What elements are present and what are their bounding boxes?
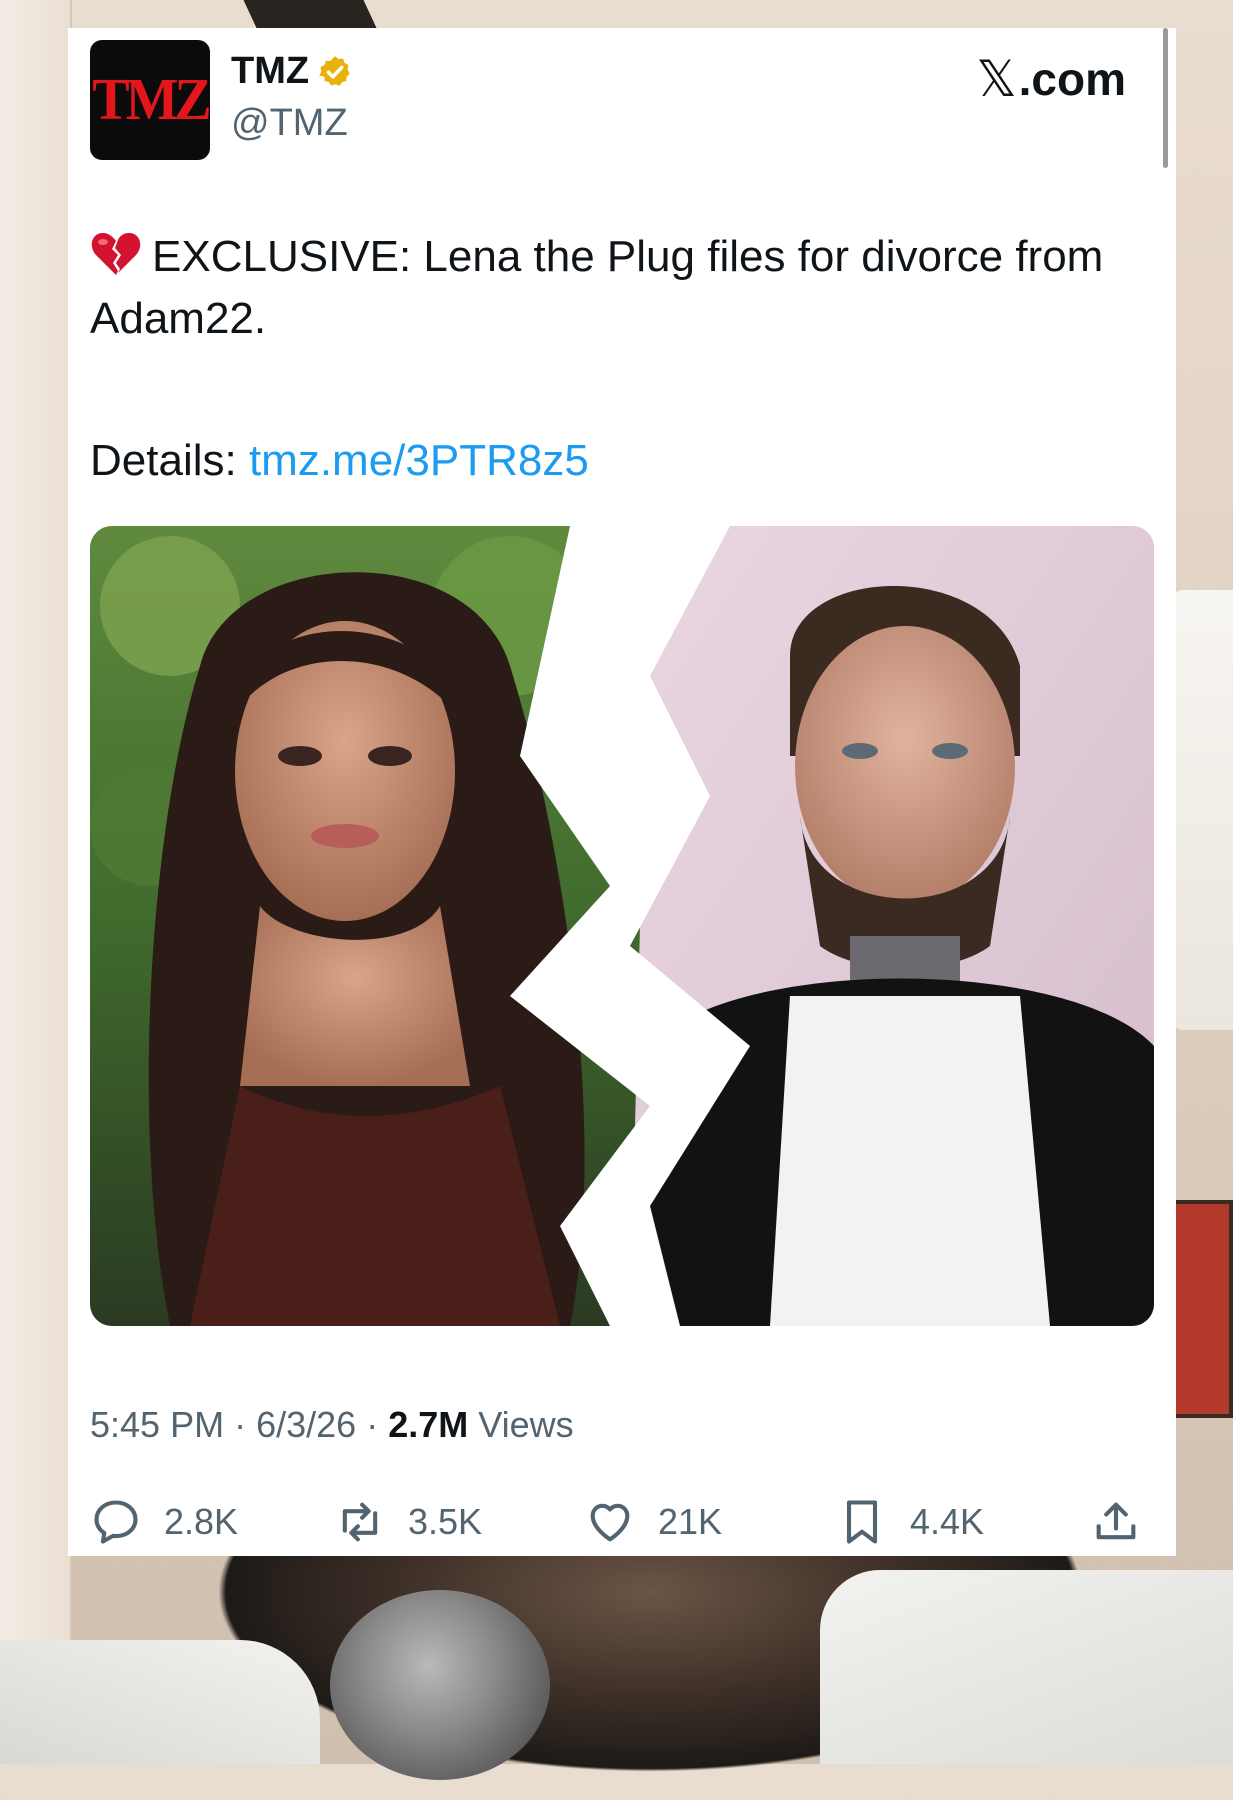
bookmark-button[interactable]: 4.4K	[836, 1496, 984, 1548]
post-card[interactable]: TMZ TMZ @TMZ 𝕏 .com EXCLUSIVE: Lena the P…	[68, 28, 1176, 1556]
broken-heart-icon	[91, 233, 141, 275]
views-count: 2.7M	[388, 1404, 469, 1445]
like-button[interactable]: 21K	[584, 1496, 722, 1548]
post-text: EXCLUSIVE: Lena the Plug files for divor…	[90, 226, 1130, 350]
meta-separator: ·	[234, 1404, 247, 1445]
post-text-line: EXCLUSIVE: Lena the Plug files for divor…	[90, 232, 1104, 343]
tmz-logo: TMZ	[92, 67, 210, 133]
site-label-text: .com	[1018, 53, 1126, 105]
split-photo	[90, 526, 1154, 1326]
site-label: 𝕏 .com	[976, 50, 1126, 108]
reply-icon	[94, 1500, 138, 1544]
verified-badge-icon	[319, 55, 350, 86]
meta-separator: ·	[366, 1404, 379, 1445]
x-logo-icon: 𝕏	[976, 50, 1017, 108]
details-line: Details: tmz.me/3PTR8z5	[90, 436, 589, 486]
post-image[interactable]	[90, 526, 1154, 1326]
bookmark-count: 4.4K	[910, 1501, 985, 1542]
reply-count: 2.8K	[164, 1501, 239, 1542]
author-handle[interactable]: @TMZ	[231, 102, 348, 145]
microphone	[330, 1590, 550, 1780]
details-label: Details:	[90, 436, 237, 485]
views-label: Views	[478, 1404, 574, 1445]
post-meta: 5:45 PM · 6/3/26 · 2.7M Views	[90, 1404, 574, 1446]
background-shirt-left	[0, 1640, 320, 1764]
share-button[interactable]	[1090, 1496, 1142, 1548]
repost-icon	[342, 1502, 378, 1542]
post-time[interactable]: 5:45 PM	[90, 1404, 224, 1445]
like-icon	[590, 1503, 630, 1542]
background-frame	[1167, 1200, 1233, 1418]
avatar[interactable]: TMZ	[90, 40, 210, 160]
like-count: 21K	[658, 1501, 723, 1542]
bookmark-icon	[846, 1500, 878, 1544]
background-shirt	[820, 1570, 1233, 1764]
post-date[interactable]: 6/3/26	[256, 1404, 356, 1445]
background-stand	[243, 0, 377, 28]
background-jersey	[1173, 590, 1233, 1030]
reply-button[interactable]: 2.8K	[90, 1496, 238, 1548]
background-wall	[0, 0, 72, 1764]
author-name[interactable]: TMZ	[231, 50, 309, 93]
author-row: TMZ	[231, 50, 353, 93]
repost-count: 3.5K	[408, 1501, 483, 1542]
scrollbar[interactable]	[1163, 28, 1168, 168]
share-icon	[1096, 1502, 1136, 1540]
repost-button[interactable]: 3.5K	[334, 1496, 482, 1548]
action-bar: 2.8K 3.5K 21K 4.4K	[90, 1496, 1150, 1552]
details-link[interactable]: tmz.me/3PTR8z5	[249, 436, 589, 485]
